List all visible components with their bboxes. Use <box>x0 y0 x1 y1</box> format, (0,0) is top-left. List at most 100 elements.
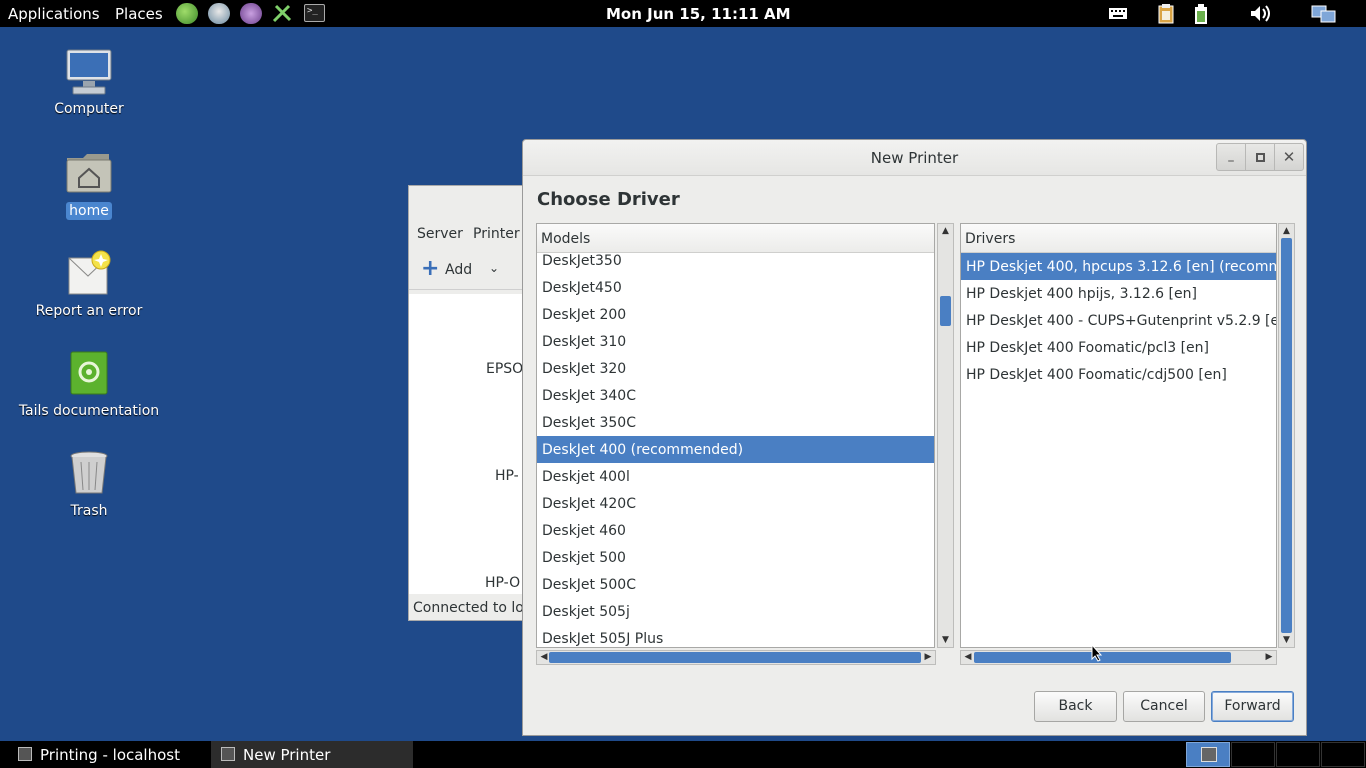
menu-server[interactable]: Server <box>417 226 463 242</box>
trash-icon <box>65 450 113 498</box>
model-row[interactable]: DeskJet 500C <box>537 571 934 598</box>
scroll-up-arrow-icon[interactable]: ▲ <box>1279 224 1294 238</box>
model-row[interactable]: DeskJet 200 <box>537 301 934 328</box>
desktop-icon-label: Computer <box>54 101 124 117</box>
add-button[interactable]: + Add ⌄ <box>417 256 507 284</box>
models-column-header[interactable]: Models <box>537 224 934 253</box>
choose-driver-heading: Choose Driver <box>537 189 680 210</box>
model-row[interactable]: Deskjet 505j <box>537 598 934 625</box>
model-row[interactable]: DeskJet 400 (recommended) <box>537 436 934 463</box>
model-row[interactable]: DeskJet450 <box>537 274 934 301</box>
scrollbar-thumb[interactable] <box>1281 238 1292 633</box>
tor-icon[interactable] <box>240 3 262 24</box>
keyboard-icon[interactable] <box>1108 4 1128 23</box>
task-label: Printing - localhost <box>40 746 180 764</box>
models-horizontal-scrollbar[interactable]: ◀ ▶ <box>536 650 936 665</box>
desktop-icon-label: Tails documentation <box>18 403 160 419</box>
new-printer-dialog[interactable]: New Printer – ✕ Choose Driver Models Des… <box>522 139 1307 736</box>
model-row[interactable]: DeskJet 310 <box>537 328 934 355</box>
forward-button[interactable]: Forward <box>1211 691 1294 722</box>
scrollbar-thumb[interactable] <box>549 652 921 663</box>
maximize-button[interactable] <box>1245 143 1275 171</box>
workspace-1[interactable] <box>1186 742 1230 767</box>
desktop-icon-trash[interactable]: Trash <box>9 450 169 520</box>
volume-icon[interactable] <box>1249 4 1273 23</box>
model-row[interactable]: DeskJet 420C <box>537 490 934 517</box>
desktop-icon-home[interactable]: home <box>9 150 169 220</box>
task-label: New Printer <box>243 746 331 764</box>
model-row[interactable]: DeskJet 350C <box>537 409 934 436</box>
model-row[interactable]: DeskJet 320 <box>537 355 934 382</box>
cancel-button[interactable]: Cancel <box>1123 691 1205 722</box>
printing-menubar: Server Printer <box>409 224 527 246</box>
desktop-icon-report-error[interactable]: Report an error <box>9 250 169 320</box>
printer-item-label[interactable]: EPSO <box>486 361 523 377</box>
driver-row[interactable]: HP Deskjet 400, hpcups 3.12.6 [en] (reco… <box>961 253 1276 280</box>
places-menu[interactable]: Places <box>115 5 163 23</box>
model-row[interactable]: DeskJet 505J Plus <box>537 625 934 647</box>
mouse-cursor <box>1091 643 1103 662</box>
clock[interactable]: Mon Jun 15, 11:11 AM <box>606 5 791 23</box>
terminal-icon[interactable]: >_ <box>304 4 325 22</box>
clipboard-icon[interactable] <box>1157 4 1175 24</box>
printing-window[interactable]: Server Printer + Add ⌄ EPSO HP- HP-O Con… <box>408 185 528 621</box>
network-icon[interactable] <box>1311 4 1337 23</box>
models-list[interactable]: Models DeskJet350 DeskJet450 DeskJet 200 De… <box>536 223 935 648</box>
printer-item-label[interactable]: HP- <box>495 468 519 484</box>
maximize-icon <box>1255 152 1265 162</box>
model-row[interactable]: DeskJet350 <box>537 253 934 274</box>
pidgin-icon[interactable] <box>208 3 230 24</box>
scroll-right-arrow-icon[interactable]: ▶ <box>1262 651 1276 664</box>
globe-icon[interactable] <box>176 3 198 24</box>
desktop-icon-tails-docs[interactable]: Tails documentation <box>9 350 169 420</box>
close-button[interactable]: ✕ <box>1274 143 1304 171</box>
printing-toolbar: + Add ⌄ <box>409 252 527 290</box>
driver-row[interactable]: HP DeskJet 400 - CUPS+Gutenprint v5.2.9 … <box>961 307 1276 334</box>
back-button[interactable]: Back <box>1034 691 1117 722</box>
task-printing-localhost[interactable]: Printing - localhost <box>18 741 208 768</box>
keyring-icon[interactable] <box>271 3 293 24</box>
minimize-button[interactable]: – <box>1216 143 1246 171</box>
workspace-2[interactable] <box>1231 742 1275 767</box>
models-rows: DeskJet350 DeskJet450 DeskJet 200 DeskJet 3… <box>537 253 934 647</box>
printer-item-label[interactable]: HP-O <box>485 575 520 591</box>
dialog-titlebar[interactable]: New Printer – ✕ <box>523 140 1306 176</box>
scrollbar-thumb[interactable] <box>940 296 951 326</box>
computer-icon <box>65 48 113 96</box>
add-label: Add <box>445 262 473 278</box>
top-panel: Applications Places >_ Mon Jun 15, 11:11… <box>0 0 1366 27</box>
task-new-printer[interactable]: New Printer <box>211 741 413 768</box>
model-row[interactable]: Deskjet 400l <box>537 463 934 490</box>
drivers-horizontal-scrollbar[interactable]: ◀ ▶ <box>960 650 1277 665</box>
models-vertical-scrollbar[interactable]: ▲ ▼ <box>937 223 954 648</box>
dialog-title: New Printer <box>870 149 959 167</box>
drivers-vertical-scrollbar[interactable]: ▲ ▼ <box>1278 223 1295 648</box>
battery-icon[interactable] <box>1192 4 1210 24</box>
drivers-column-header[interactable]: Drivers <box>961 224 1276 253</box>
scroll-left-arrow-icon[interactable]: ◀ <box>961 651 975 664</box>
model-row[interactable]: Deskjet 500 <box>537 544 934 571</box>
menu-printer[interactable]: Printer <box>473 226 520 242</box>
model-row[interactable]: DeskJet 340C <box>537 382 934 409</box>
printer-list: EPSO HP- HP-O <box>409 294 527 594</box>
printer-icon <box>221 747 235 761</box>
drivers-list[interactable]: Drivers HP Deskjet 400, hpcups 3.12.6 [e… <box>960 223 1277 648</box>
plus-icon: + <box>421 256 440 281</box>
workspace-switcher[interactable] <box>1186 742 1366 767</box>
desktop-icon-label: Report an error <box>35 303 143 319</box>
model-row[interactable]: Deskjet 460 <box>537 517 934 544</box>
applications-menu[interactable]: Applications <box>8 5 100 23</box>
scroll-down-arrow-icon[interactable]: ▼ <box>1279 633 1294 647</box>
driver-row[interactable]: HP Deskjet 400 hpijs, 3.12.6 [en] <box>961 280 1276 307</box>
report-error-icon <box>65 250 113 298</box>
scroll-up-arrow-icon[interactable]: ▲ <box>938 224 953 238</box>
connection-status: Connected to loc <box>413 600 528 616</box>
scroll-right-arrow-icon[interactable]: ▶ <box>921 651 935 664</box>
scroll-down-arrow-icon[interactable]: ▼ <box>938 633 953 647</box>
workspace-4[interactable] <box>1321 742 1365 767</box>
window-thumbnail-icon <box>1201 747 1217 762</box>
desktop-icon-computer[interactable]: Computer <box>9 48 169 118</box>
workspace-3[interactable] <box>1276 742 1320 767</box>
driver-row[interactable]: HP DeskJet 400 Foomatic/cdj500 [en] <box>961 361 1276 388</box>
driver-row[interactable]: HP DeskJet 400 Foomatic/pcl3 [en] <box>961 334 1276 361</box>
